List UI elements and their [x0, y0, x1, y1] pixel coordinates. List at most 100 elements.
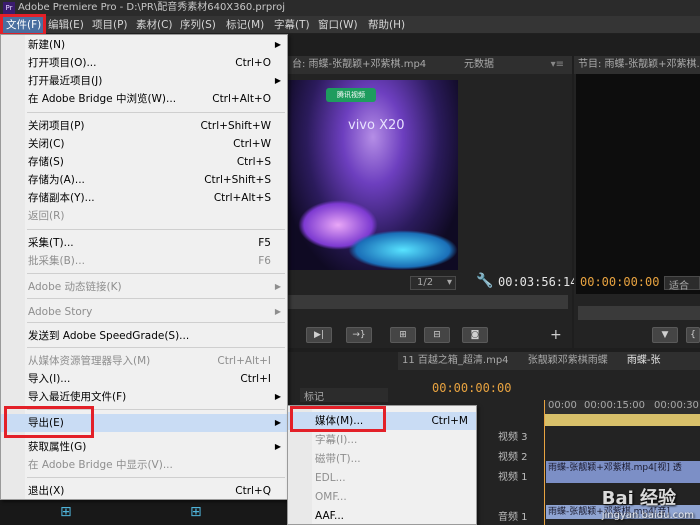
ruler-tick-15: 00:00:15:00	[584, 400, 646, 411]
play-button[interactable]: ▶|	[306, 327, 332, 343]
menu-marker[interactable]: 标记(M)	[222, 16, 268, 34]
source-timecode[interactable]: 00:03:56:14	[498, 275, 577, 289]
file-menu-item-label: 打开最近项目(J)	[28, 75, 103, 87]
file-menu-item[interactable]: 关闭(C) Ctrl+W	[1, 135, 287, 153]
file-menu-item[interactable]: 发送到 Adobe SpeedGrade(S)...	[1, 327, 287, 345]
timeline-playhead[interactable]	[544, 400, 545, 525]
file-menu-item: 从媒体资源管理器导入(M) Ctrl+Alt+I	[1, 352, 287, 370]
zoom-select[interactable]: 1/2 ▾	[410, 276, 456, 290]
menu-clip[interactable]: 素材(C)	[132, 16, 177, 34]
file-menu-item[interactable]: 导出(E) ▶	[1, 414, 287, 432]
submenu-arrow-icon: ▶	[274, 307, 281, 316]
menu-separator	[27, 477, 285, 478]
source-scrub-bar[interactable]	[288, 295, 568, 309]
wrench-icon[interactable]: 🔧	[476, 273, 493, 289]
submenu-arrow-icon: ▶	[274, 418, 281, 427]
file-menu-item[interactable]: 关闭项目(P) Ctrl+Shift+W	[1, 117, 287, 135]
shortcut-label: Ctrl+I	[240, 373, 271, 385]
watermark-text: Bai 经验	[601, 488, 677, 509]
timeline-ruler[interactable]: 00:00 00:00:15:00 00:00:30:00	[544, 400, 700, 414]
program-scrub-bar[interactable]	[578, 306, 700, 320]
export-submenu-item[interactable]: AAF...	[288, 507, 476, 525]
step-forward-button[interactable]: →}	[346, 327, 372, 343]
track-video-2[interactable]: 视频 2	[498, 448, 528, 463]
program-monitor-tab[interactable]: 节目: 雨蝶-张靓颖+邓紫棋.mp4	[578, 59, 700, 70]
track-video-1[interactable]: 视频 1	[498, 468, 528, 483]
file-menu-item-label: Adobe 动态链接(K)	[28, 281, 122, 293]
file-menu-item[interactable]: 存储为(A)... Ctrl+Shift+S	[1, 171, 287, 189]
file-menu-item[interactable]: 导入(I)... Ctrl+I	[1, 370, 287, 388]
menu-edit[interactable]: 编辑(E)	[44, 16, 88, 34]
file-menu: 新建(N) ▶ 打开项目(O)... Ctrl+O 打开最近项目(J) ▶ 在 Adobe …	[0, 34, 288, 500]
metadata-tab[interactable]: 元数据	[464, 56, 494, 74]
menu-bar: 文件(F) 编辑(E) 项目(P) 素材(C) 序列(S) 标记(M) 字幕(T…	[0, 16, 700, 34]
menu-separator	[27, 273, 285, 274]
program-monitor-tabbar: 节目: 雨蝶-张靓颖+邓紫棋.mp4	[574, 56, 700, 74]
file-menu-item[interactable]: 新建(N) ▶	[1, 36, 287, 54]
menu-sequence[interactable]: 序列(S)	[176, 16, 220, 34]
menu-file[interactable]: 文件(F)	[2, 16, 46, 34]
tencent-video-logo: 腾讯视频	[326, 88, 376, 102]
shortcut-label: F6	[258, 255, 271, 267]
add-button-icon[interactable]: +	[550, 327, 562, 343]
menu-project[interactable]: 项目(P)	[88, 16, 132, 34]
menu-window[interactable]: 窗口(W)	[314, 16, 362, 34]
work-area-bar[interactable]	[544, 414, 700, 426]
file-menu-item-label: 导入最近使用文件(F)	[28, 391, 127, 403]
fit-select[interactable]: 适合	[664, 276, 700, 292]
file-menu-item[interactable]: 采集(T)... F5	[1, 234, 287, 252]
premiere-app-icon: Pr	[3, 2, 15, 14]
file-menu-item[interactable]: 退出(X) Ctrl+Q	[1, 482, 287, 500]
shortcut-label: Ctrl+S	[236, 156, 271, 168]
shortcut-label: Ctrl+M	[431, 415, 468, 427]
menu-help[interactable]: 帮助(H)	[364, 16, 409, 34]
file-menu-item[interactable]: 打开最近项目(J) ▶	[1, 72, 287, 90]
video-clip[interactable]: 雨蝶-张靓颖+邓紫棋.mp4[视] 透	[546, 461, 700, 483]
file-menu-item[interactable]: 存储副本(Y)... Ctrl+Alt+S	[1, 189, 287, 207]
menu-separator	[27, 229, 285, 230]
export-submenu-item-label: AAF...	[315, 510, 345, 522]
file-menu-item-label: 导出(E)	[28, 417, 64, 429]
menu-title[interactable]: 字幕(T)	[270, 16, 314, 34]
file-menu-item[interactable]: 打开项目(O)... Ctrl+O	[1, 54, 287, 72]
file-menu-item: 批采集(B)... F6	[1, 252, 287, 270]
file-menu-item-label: 在 Adobe Bridge 中浏览(W)...	[28, 93, 177, 105]
timeline-tab-1[interactable]: 11 百越之箱_超清.mp4	[402, 355, 509, 366]
overwrite-button[interactable]: ⊟	[424, 327, 450, 343]
timeline-timecode[interactable]: 00:00:00:00	[432, 381, 511, 395]
panel-menu-icon[interactable]: ▾≡	[551, 56, 564, 74]
insert-button[interactable]: ⊞	[390, 327, 416, 343]
file-menu-item-label: Adobe Story	[28, 306, 93, 318]
file-menu-item-label: 从媒体资源管理器导入(M)	[28, 355, 151, 367]
program-video-frame	[576, 74, 700, 294]
export-submenu-item[interactable]: 媒体(M)... Ctrl+M	[288, 412, 476, 430]
source-monitor-tab[interactable]: 台: 雨蝶-张靓颖+邓紫棋.mp4	[292, 59, 426, 70]
watermark: Bai 经验 jingyan.baidu.com	[602, 484, 694, 521]
program-marker-button[interactable]: ▼	[652, 327, 678, 343]
file-menu-item-label: 新建(N)	[28, 39, 66, 51]
vivo-brand-text: vivo X20	[348, 118, 405, 133]
project-marker-tab[interactable]: 标记	[300, 388, 388, 403]
submenu-arrow-icon: ▶	[274, 392, 281, 401]
file-menu-item-label: 发送到 Adobe SpeedGrade(S)...	[28, 330, 190, 342]
shortcut-label: Ctrl+O	[235, 57, 271, 69]
timeline-tab-2[interactable]: 张靓颖邓紫棋雨蝶	[528, 355, 608, 366]
menu-separator	[27, 298, 285, 299]
file-menu-item-label: 退出(X)	[28, 485, 65, 497]
file-menu-item[interactable]: 导入最近使用文件(F) ▶	[1, 388, 287, 406]
shortcut-label: Ctrl+Alt+S	[213, 192, 271, 204]
menu-separator	[27, 409, 285, 410]
export-frame-button[interactable]: ◙	[462, 327, 488, 343]
program-in-button[interactable]: {	[686, 327, 700, 343]
track-audio-1[interactable]: 音频 1	[498, 508, 528, 523]
track-video-3[interactable]: 视频 3	[498, 428, 528, 443]
file-menu-item[interactable]: 存储(S) Ctrl+S	[1, 153, 287, 171]
timeline-tab-3[interactable]: 雨蝶-张	[627, 355, 661, 366]
menu-separator	[27, 112, 285, 113]
file-menu-item[interactable]: 在 Adobe Bridge 中浏览(W)... Ctrl+Alt+O	[1, 90, 287, 108]
shortcut-label: Ctrl+Alt+O	[212, 93, 271, 105]
program-timecode[interactable]: 00:00:00:00	[580, 275, 659, 289]
file-menu-item[interactable]: 获取属性(G) ▶	[1, 438, 287, 456]
menu-separator	[27, 347, 285, 348]
shortcut-label: Ctrl+Alt+I	[217, 355, 271, 367]
